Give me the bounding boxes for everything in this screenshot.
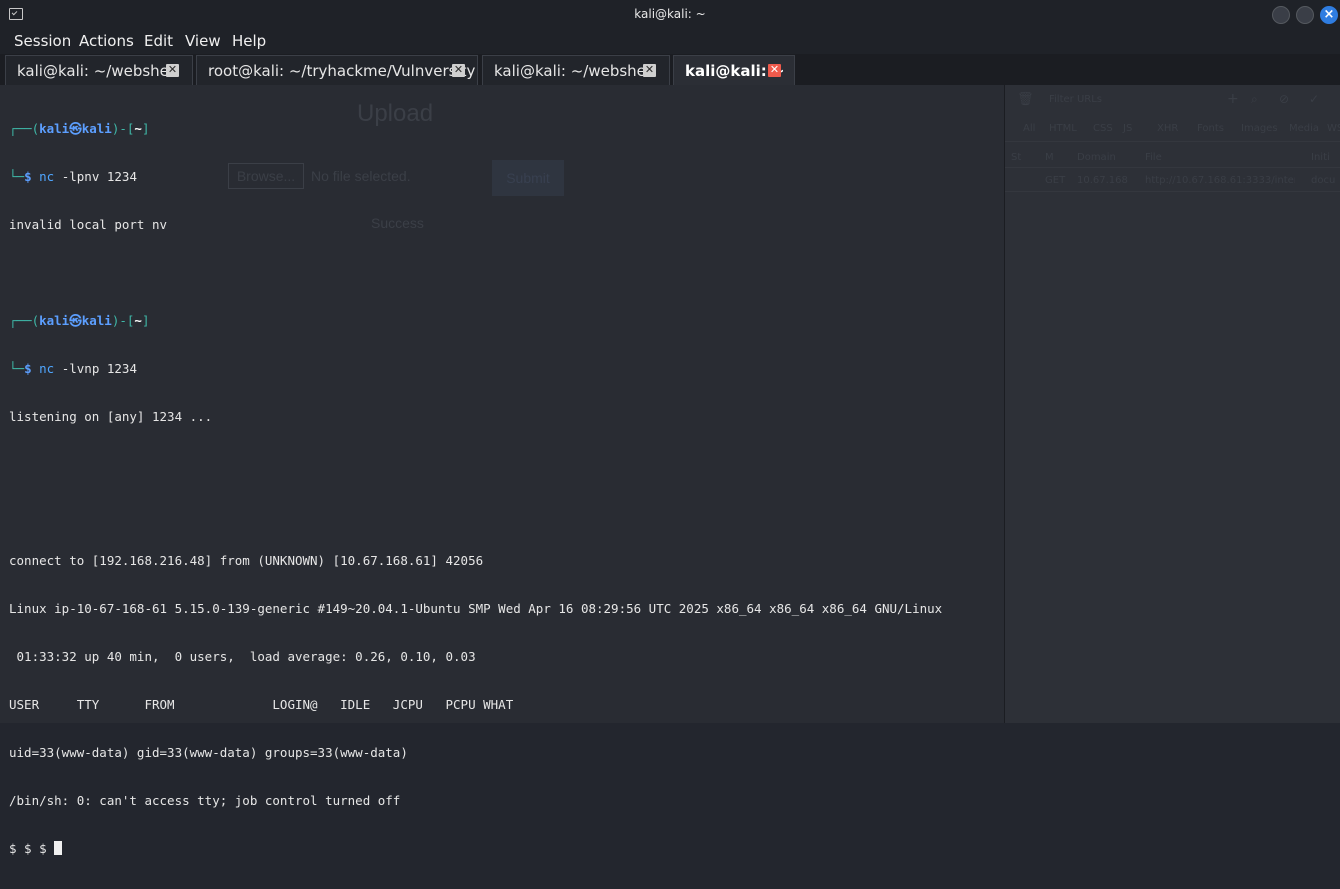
terminal-output: ┌──(kali㉿kali)-[~] └─$ nc -lpnv 1234 inv… xyxy=(9,89,942,889)
check-icon: ✓ xyxy=(1309,92,1320,106)
maximize-button[interactable] xyxy=(1296,6,1314,24)
ghost-tab: All xyxy=(1023,123,1036,134)
prompt-line-top: ┌──(kali㉿kali)-[~] xyxy=(9,121,942,137)
block-icon: ⊘ xyxy=(1279,92,1290,106)
ghost-header-cell: File xyxy=(1145,152,1162,163)
prompt-dollar: $ xyxy=(24,361,40,376)
tab-bar: kali@kali: ~/webshell ✕ root@kali: ~/try… xyxy=(0,54,1340,85)
ghost-header-cell: Initi xyxy=(1311,152,1330,163)
plus-icon: + xyxy=(1227,91,1239,107)
prompt-box: )-[ xyxy=(111,121,135,136)
output-line: Linux ip-10-67-168-61 5.15.0-139-generic… xyxy=(9,601,943,616)
trash-icon: 🗑 xyxy=(1017,92,1034,107)
prompt-cwd: ~ xyxy=(134,121,142,136)
prompt-box: ] xyxy=(141,313,150,328)
prompt-box: ] xyxy=(141,121,150,136)
background-devtools-panel: 🗑 Filter URLs + ⌕ ⊘ ✓ All HTML CSS JS XH… xyxy=(1004,85,1340,723)
command-args: -lvnp 1234 xyxy=(54,361,137,376)
ghost-cell: docu xyxy=(1311,175,1336,186)
ghost-header-cell: M xyxy=(1045,152,1054,163)
command-args: -lpnv 1234 xyxy=(54,169,137,184)
prompt-user: kali㉿kali xyxy=(39,121,112,136)
text-cursor xyxy=(54,841,63,855)
ghost-cell: 10.67.168 xyxy=(1077,175,1128,186)
search-icon: ⌕ xyxy=(1251,92,1258,106)
tab-close-icon[interactable]: ✕ xyxy=(768,64,781,77)
tab-close-icon[interactable]: ✕ xyxy=(452,64,465,77)
prompt-box: └─ xyxy=(9,361,25,376)
ghost-tab: HTML xyxy=(1049,123,1077,134)
tab-webshell-1[interactable]: kali@kali: ~/webshell ✕ xyxy=(5,55,193,85)
ghost-cell: http://10.67.168.61:3333/internal/ xyxy=(1145,175,1295,186)
prompt-dollar: $ xyxy=(24,169,40,184)
divider xyxy=(1005,167,1340,168)
tab-close-icon[interactable]: ✕ xyxy=(643,64,656,77)
tab-home-active[interactable]: kali@kali: ~ ✕ xyxy=(673,55,795,85)
tab-label: root@kali: ~/tryhackme/Vulnversity xyxy=(208,62,476,80)
output-line: listening on [any] 1234 ... xyxy=(9,409,213,424)
prompt-box: ┌──( xyxy=(9,121,40,136)
divider xyxy=(1005,191,1340,192)
prompt-line-top: ┌──(kali㉿kali)-[~] xyxy=(9,313,942,329)
menu-help[interactable]: Help xyxy=(232,32,266,50)
close-window-button[interactable]: × xyxy=(1320,6,1338,24)
output-line: 01:33:32 up 40 min, 0 users, load averag… xyxy=(9,649,476,664)
menu-bar: Session Actions Edit View Help xyxy=(0,30,1340,54)
prompt-box: ┌──( xyxy=(9,313,40,328)
prompt-box: )-[ xyxy=(111,313,135,328)
divider xyxy=(1005,141,1340,142)
terminal-area[interactable]: Upload Browse... No file selected. Submi… xyxy=(0,85,1004,856)
ghost-tab: JS xyxy=(1123,123,1133,134)
menu-view[interactable]: View xyxy=(185,32,221,50)
ghost-header-cell: St xyxy=(1011,152,1022,163)
window-title: kali@kali: ~ xyxy=(634,7,706,21)
ghost-tab: Media xyxy=(1289,123,1320,134)
prompt-cwd: ~ xyxy=(134,313,142,328)
ghost-tab: Fonts xyxy=(1197,123,1224,134)
ghost-filter-text: Filter URLs xyxy=(1049,94,1102,105)
ghost-tab: WS xyxy=(1327,123,1340,134)
title-bar: kali@kali: ~ × xyxy=(0,0,1340,30)
minimize-button[interactable] xyxy=(1272,6,1290,24)
menu-edit[interactable]: Edit xyxy=(144,32,173,50)
prompt-user: kali㉿kali xyxy=(39,313,112,328)
tab-vulnversity[interactable]: root@kali: ~/tryhackme/Vulnversity ✕ xyxy=(196,55,478,85)
command-name: nc xyxy=(39,169,55,184)
menu-session[interactable]: Session xyxy=(14,32,71,50)
ghost-tab: CSS xyxy=(1093,123,1113,134)
tab-label: kali@kali: ~/webshell xyxy=(494,62,655,80)
output-line: connect to [192.168.216.48] from (UNKNOW… xyxy=(9,553,484,568)
ghost-header-cell: Domain xyxy=(1077,152,1116,163)
tab-close-icon[interactable]: ✕ xyxy=(166,64,179,77)
shell-prompt-line[interactable]: $ $ $ xyxy=(9,841,942,857)
prompt-line-command: └─$ nc -lpnv 1234 xyxy=(9,169,942,185)
tab-webshell-2[interactable]: kali@kali: ~/webshell ✕ xyxy=(482,55,670,85)
ghost-tab: Images xyxy=(1241,123,1278,134)
output-line: uid=33(www-data) gid=33(www-data) groups… xyxy=(9,745,408,760)
shell-prompt: $ $ $ xyxy=(9,841,55,856)
ghost-cell: GET xyxy=(1045,175,1066,186)
command-name: nc xyxy=(39,361,55,376)
output-line: /bin/sh: 0: can't access tty; job contro… xyxy=(9,793,401,808)
output-line: invalid local port nv xyxy=(9,217,168,232)
tab-label: kali@kali: ~/webshell xyxy=(17,62,178,80)
prompt-line-command: └─$ nc -lvnp 1234 xyxy=(9,361,942,377)
prompt-box: └─ xyxy=(9,169,25,184)
ghost-tab: XHR xyxy=(1157,123,1179,134)
menu-actions[interactable]: Actions xyxy=(79,32,134,50)
output-line: USER TTY FROM LOGIN@ IDLE JCPU PCPU WHAT xyxy=(9,697,514,712)
